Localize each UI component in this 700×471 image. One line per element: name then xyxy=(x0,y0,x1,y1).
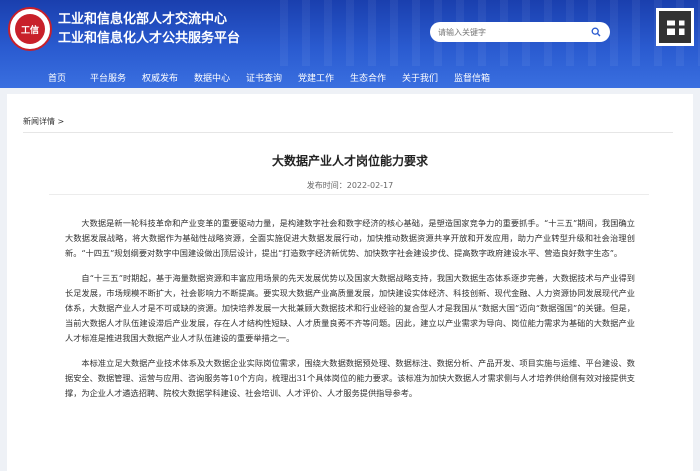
nav-item[interactable]: 首页 xyxy=(48,71,90,84)
content-panel: 新闻详情 > 大数据产业人才岗位能力要求 发布时间：2022-02-17 大数据… xyxy=(7,94,693,471)
search-icon[interactable] xyxy=(590,26,602,38)
logo-emblem: 工信 xyxy=(15,14,45,44)
article-paragraph: 自“十三五”时期起，基于海量数据资源和丰富应用场景的先天发展优势以及国家大数据战… xyxy=(65,273,635,343)
site-logo[interactable]: 工信 xyxy=(8,7,52,51)
article-body: 大数据是新一轮科技革命和产业变革的重要驱动力量，是构建数字社会和数字经济的核心基… xyxy=(65,216,635,411)
nav-item[interactable]: 权威发布 xyxy=(142,71,194,84)
site-title-line1: 工业和信息化部人才交流中心 xyxy=(58,12,228,27)
nav-item[interactable]: 生态合作 xyxy=(350,71,402,84)
main-nav: 首页 平台服务 权威发布 数据中心 证书查询 党建工作 生态合作 关于我们 监督信箱 xyxy=(0,66,700,88)
qr-code xyxy=(656,8,694,46)
site-title-line2: 工业和信息化人才公共服务平台 xyxy=(58,31,241,46)
nav-item[interactable]: 监督信箱 xyxy=(454,71,504,84)
nav-item[interactable]: 党建工作 xyxy=(298,71,350,84)
nav-item[interactable]: 平台服务 xyxy=(90,71,142,84)
nav-item[interactable]: 证书查询 xyxy=(246,71,298,84)
site-header: 工信 工业和信息化部人才交流中心 工业和信息化人才公共服务平台 首页平台服务权威… xyxy=(0,0,700,88)
article-paragraph: 大数据是新一轮科技革命和产业变革的重要驱动力量，是构建数字社会和数字经济的核心基… xyxy=(65,218,635,258)
divider xyxy=(49,194,649,195)
divider xyxy=(23,132,673,133)
search-input[interactable] xyxy=(438,27,590,37)
nav-item[interactable]: 数据中心 xyxy=(194,71,246,84)
article-paragraph: 本标准立足大数据产业技术体系及大数据企业实际岗位需求，围绕大数据数据预处理、数据… xyxy=(65,358,635,398)
article-title: 大数据产业人才岗位能力要求 xyxy=(271,154,428,168)
search-box xyxy=(430,22,610,42)
publish-date: 发布时间：2022-02-17 xyxy=(306,181,394,190)
nav-item[interactable]: 关于我们 xyxy=(402,71,454,84)
site-title: 工业和信息化部人才交流中心 工业和信息化人才公共服务平台 xyxy=(58,10,240,48)
breadcrumb[interactable]: 新闻详情 > xyxy=(23,116,64,127)
